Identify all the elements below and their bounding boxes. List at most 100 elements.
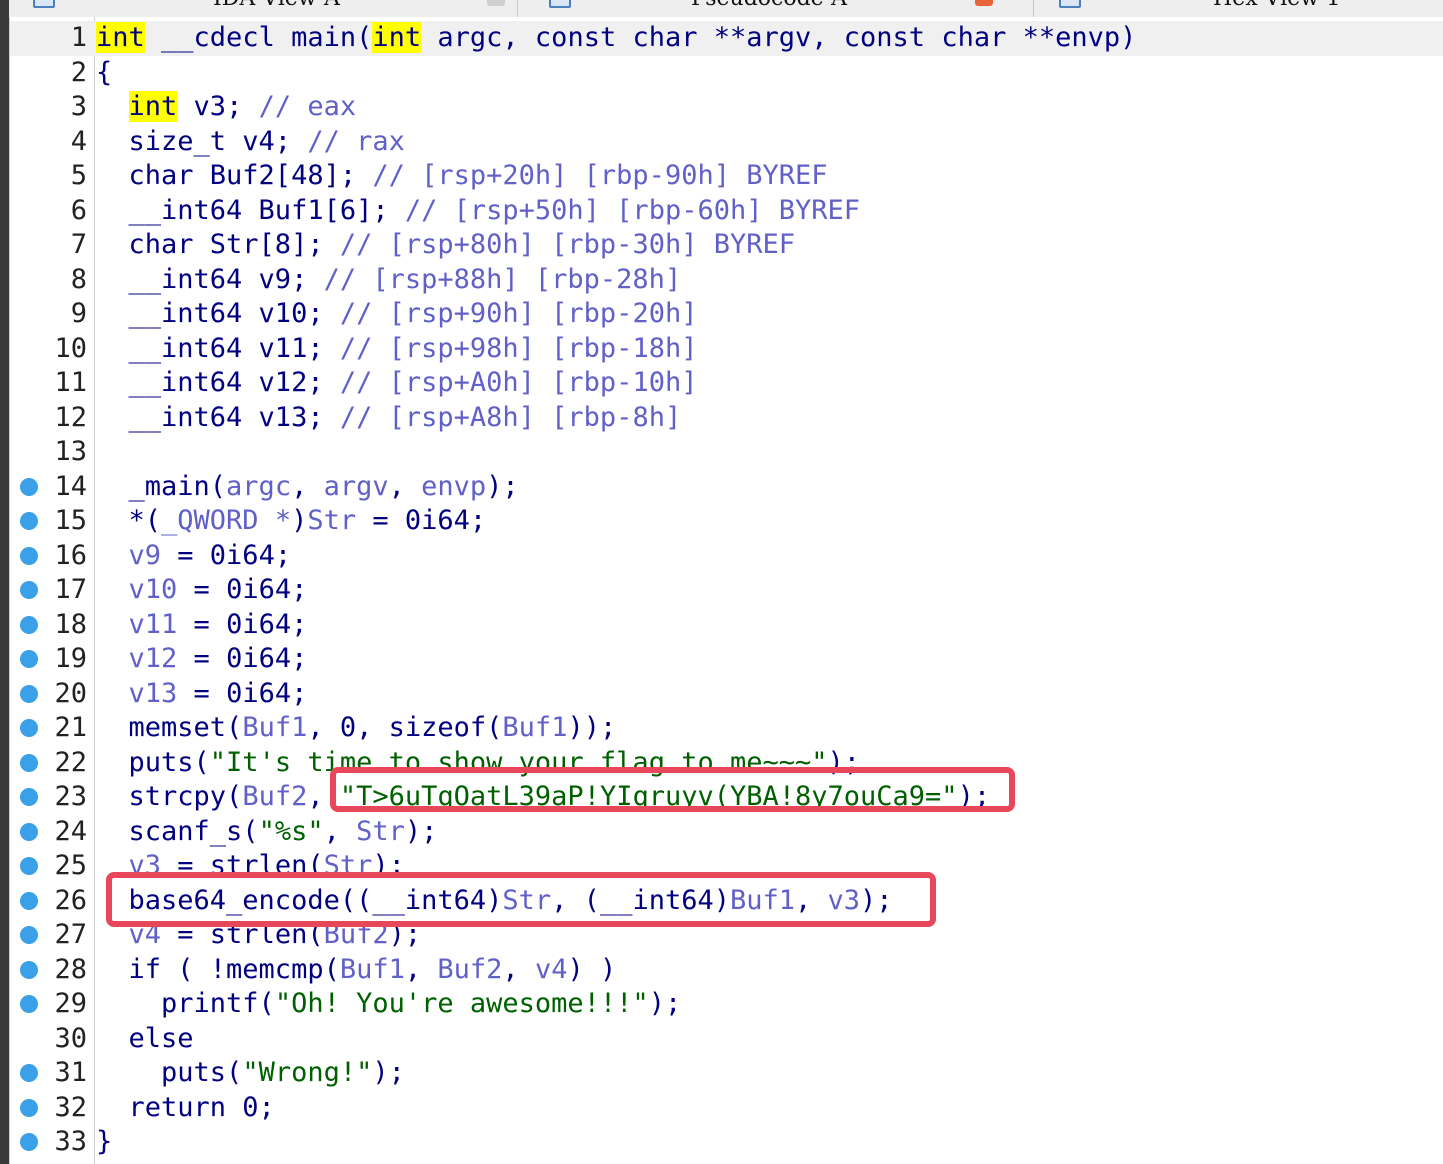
code-line[interactable]: 19 v12 = 0i64; xyxy=(10,642,1443,677)
code-text[interactable]: __int64 v12; // [rsp+A0h] [rbp-10h] xyxy=(96,366,698,400)
tab-close-icon[interactable] xyxy=(975,0,993,6)
code-token[interactable] xyxy=(96,540,129,571)
variable-token[interactable]: argv xyxy=(324,471,389,502)
code-line[interactable]: 15 *(_QWORD *)Str = 0i64; xyxy=(10,504,1443,539)
comment-token[interactable]: // [rsp+88h] [rbp-28h] xyxy=(324,264,682,295)
code-line[interactable]: 9 __int64 v10; // [rsp+90h] [rbp-20h] xyxy=(10,297,1443,332)
variable-token[interactable]: v13 xyxy=(129,678,178,709)
code-text[interactable]: if ( !memcmp(Buf1, Buf2, v4) ) xyxy=(96,953,617,987)
code-line[interactable]: 32 return 0; xyxy=(10,1091,1443,1126)
code-line[interactable]: 16 v9 = 0i64; xyxy=(10,539,1443,574)
variable-token[interactable]: Buf1 xyxy=(340,954,405,985)
code-text[interactable]: v12 = 0i64; xyxy=(96,642,308,676)
comment-token[interactable]: // eax xyxy=(259,91,357,122)
code-text[interactable]: memset(Buf1, 0, sizeof(Buf1)); xyxy=(96,711,617,745)
pseudocode-editor[interactable]: 1 int __cdecl main(int argc, const char *… xyxy=(9,17,1443,1164)
variable-token[interactable]: Buf1 xyxy=(242,712,307,743)
code-token[interactable]: memset( xyxy=(96,712,243,743)
code-token[interactable]: __int64 v13; xyxy=(96,402,340,433)
code-token[interactable]: __int64 v10; xyxy=(96,298,340,329)
code-line[interactable]: 6 __int64 Buf1[6]; // [rsp+50h] [rbp-60h… xyxy=(10,194,1443,229)
variable-token[interactable]: v12 xyxy=(129,643,178,674)
variable-token[interactable]: v4 xyxy=(535,954,568,985)
code-line[interactable]: 5 char Buf2[48]; // [rsp+20h] [rbp-90h] … xyxy=(10,159,1443,194)
code-token[interactable]: = 0i64; xyxy=(177,609,308,640)
code-line[interactable]: 8 __int64 v9; // [rsp+88h] [rbp-28h] xyxy=(10,263,1443,298)
code-token[interactable]: ); xyxy=(649,988,682,1019)
variable-token[interactable]: v10 xyxy=(129,574,178,605)
code-token[interactable] xyxy=(96,574,129,605)
code-token[interactable]: = 0i64; xyxy=(161,540,291,571)
code-token[interactable]: char Str[8]; xyxy=(96,229,340,260)
code-line[interactable]: 11 __int64 v12; // [rsp+A0h] [rbp-10h] xyxy=(10,366,1443,401)
code-line[interactable]: 33} xyxy=(10,1125,1443,1160)
code-text[interactable]: __int64 Buf1[6]; // [rsp+50h] [rbp-60h] … xyxy=(96,194,861,228)
code-text[interactable]: __int64 v13; // [rsp+A8h] [rbp-8h] xyxy=(96,401,682,435)
code-token[interactable]: char Buf2[48]; xyxy=(96,160,372,191)
code-line[interactable]: 4 size_t v4; // rax xyxy=(10,125,1443,160)
code-token[interactable]: puts( xyxy=(96,747,210,778)
comment-token[interactable]: // [rsp+20h] [rbp-90h] BYREF xyxy=(372,160,827,191)
code-line[interactable]: 24 scanf_s("%s", Str); xyxy=(10,815,1443,850)
code-line[interactable]: 1 int __cdecl main(int argc, const char *… xyxy=(10,21,1443,56)
variable-token[interactable]: Str xyxy=(356,816,405,847)
code-line[interactable]: 18 v11 = 0i64; xyxy=(10,608,1443,643)
comment-token[interactable]: // [rsp+90h] [rbp-20h] xyxy=(340,298,698,329)
comment-token[interactable]: // [rsp+50h] [rbp-60h] BYREF xyxy=(405,195,860,226)
code-text[interactable]: __int64 v10; // [rsp+90h] [rbp-20h] xyxy=(96,297,698,331)
code-text[interactable]: __int64 v9; // [rsp+88h] [rbp-28h] xyxy=(96,263,682,297)
keyword-token[interactable]: int xyxy=(128,91,178,122)
code-token[interactable]: , xyxy=(324,816,357,847)
code-text[interactable]: char Buf2[48]; // [rsp+20h] [rbp-90h] BY… xyxy=(96,159,828,193)
code-token[interactable]: __cdecl main( xyxy=(145,22,372,53)
code-text[interactable]: *(_QWORD *)Str = 0i64; xyxy=(96,504,487,538)
keyword-token[interactable]: int xyxy=(96,22,145,53)
code-token[interactable]: } xyxy=(96,1126,112,1157)
code-text[interactable]: else xyxy=(96,1022,194,1056)
code-token[interactable]: )); xyxy=(567,712,616,743)
code-text[interactable]: } xyxy=(96,1125,112,1159)
code-text[interactable]: v13 = 0i64; xyxy=(96,677,308,711)
code-text[interactable]: _main(argc, argv, envp); xyxy=(96,470,519,504)
code-text[interactable]: size_t v4; // rax xyxy=(96,125,405,159)
code-text[interactable]: int __cdecl main(int argc, const char **… xyxy=(96,21,1136,55)
code-token[interactable]: size_t v4; xyxy=(96,126,307,157)
code-line[interactable]: 28 if ( !memcmp(Buf1, Buf2, v4) ) xyxy=(10,953,1443,988)
code-line[interactable]: 21 memset(Buf1, 0, sizeof(Buf1)); xyxy=(10,711,1443,746)
code-token[interactable]: __int64 v9; xyxy=(96,264,324,295)
code-text[interactable]: int v3; // eax xyxy=(96,90,356,124)
string-literal-token[interactable]: "Wrong!" xyxy=(242,1057,372,1088)
keyword-token[interactable]: int xyxy=(372,22,422,53)
code-token[interactable]: strcpy( xyxy=(96,781,243,812)
code-text[interactable]: v10 = 0i64; xyxy=(96,573,308,607)
code-text[interactable]: return 0; xyxy=(96,1091,275,1125)
code-token[interactable]: argc, const char **argv, const char **en… xyxy=(421,22,1136,53)
code-token[interactable]: if ( !memcmp( xyxy=(96,954,340,985)
code-token[interactable]: ); xyxy=(405,816,438,847)
code-token[interactable] xyxy=(96,643,129,674)
comment-token[interactable]: // [rsp+80h] [rbp-30h] BYREF xyxy=(340,229,795,260)
variable-token[interactable]: Buf2 xyxy=(242,781,307,812)
code-text[interactable]: v9 = 0i64; xyxy=(96,539,292,573)
code-text[interactable]: v11 = 0i64; xyxy=(96,608,308,642)
code-token[interactable]: *( xyxy=(96,505,162,536)
code-token[interactable]: ); xyxy=(486,471,519,502)
code-token[interactable]: , xyxy=(405,954,438,985)
code-token[interactable]: puts( xyxy=(96,1057,242,1088)
code-line[interactable]: 30 else xyxy=(10,1022,1443,1057)
string-literal-token[interactable]: "Oh! You're awesome!!!" xyxy=(275,988,649,1019)
code-text[interactable]: printf("Oh! You're awesome!!!"); xyxy=(96,987,681,1021)
code-line[interactable]: 14 _main(argc, argv, envp); xyxy=(10,470,1443,505)
variable-token[interactable]: envp xyxy=(421,471,486,502)
comment-token[interactable]: // rax xyxy=(307,126,405,157)
code-line[interactable]: 31 puts("Wrong!"); xyxy=(10,1056,1443,1091)
variable-token[interactable]: v9 xyxy=(129,540,162,571)
code-line[interactable]: 20 v13 = 0i64; xyxy=(10,677,1443,712)
code-line[interactable]: 2{ xyxy=(10,56,1443,91)
code-line[interactable]: 29 printf("Oh! You're awesome!!!"); xyxy=(10,987,1443,1022)
code-token[interactable]: = 0i64; xyxy=(177,574,308,605)
code-token[interactable]: = 0i64; xyxy=(177,643,308,674)
string-literal-token[interactable]: "%s" xyxy=(259,816,324,847)
comment-token[interactable]: // [rsp+98h] [rbp-18h] xyxy=(340,333,698,364)
code-token[interactable]: return 0; xyxy=(96,1092,275,1123)
